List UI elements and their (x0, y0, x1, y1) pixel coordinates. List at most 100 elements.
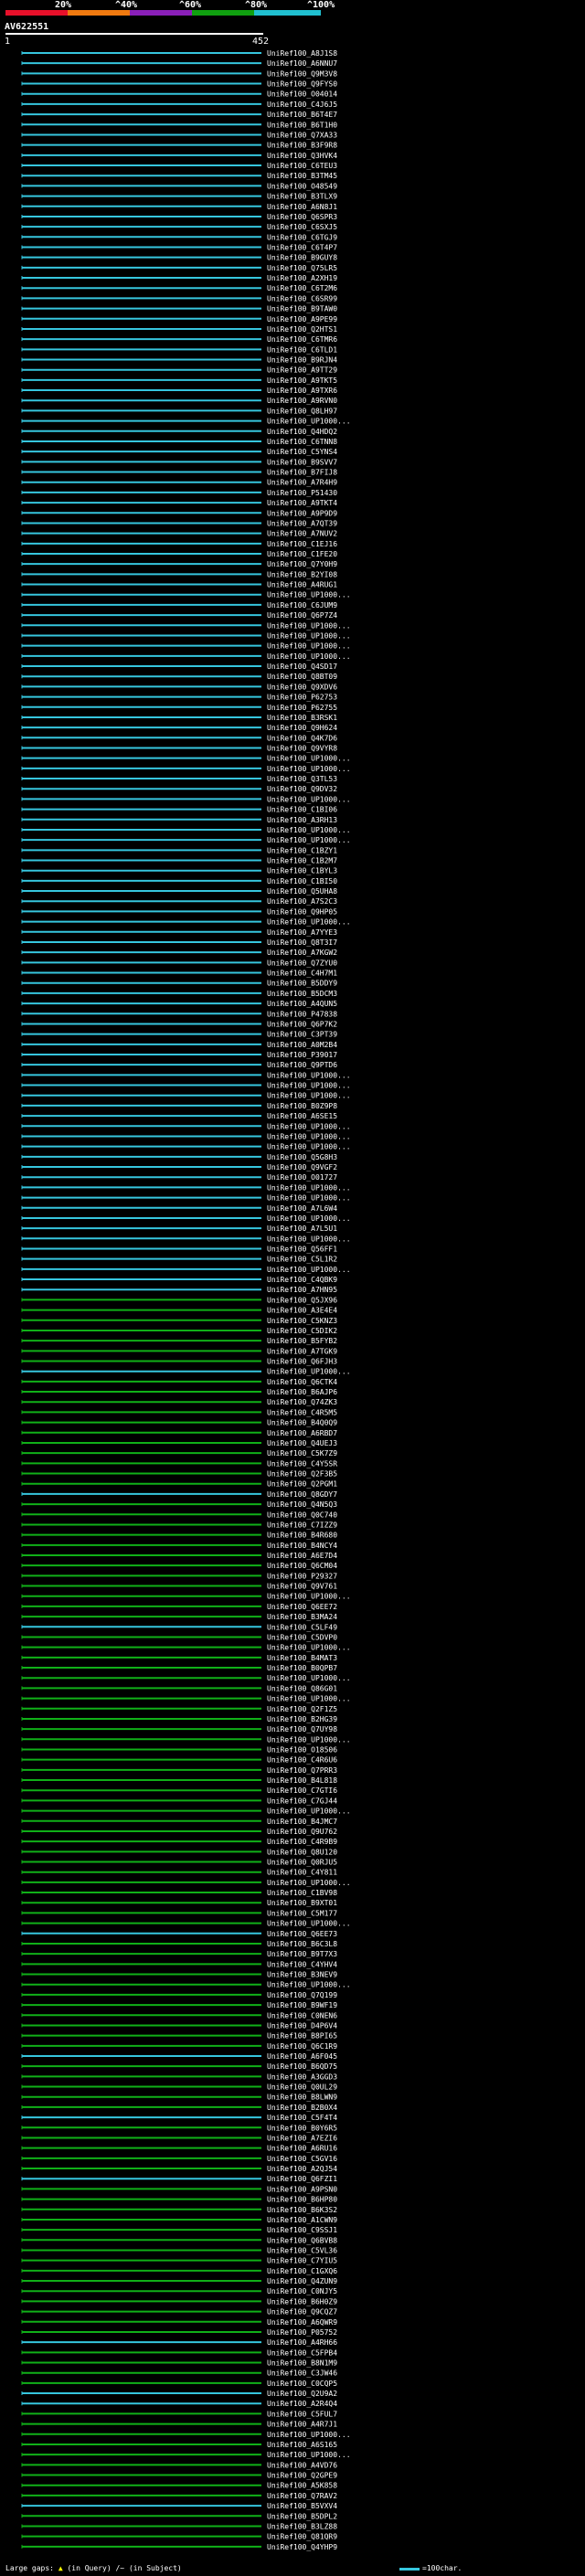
hit-label[interactable]: UniRef100_C9SSJ1 (267, 2226, 337, 2234)
hit-label[interactable]: UniRef100_Q2F3B5 (267, 1470, 337, 1479)
hit-label[interactable]: UniRef100_C1FE20 (267, 550, 337, 558)
hit-label[interactable]: UniRef100_O48549 (267, 182, 337, 190)
hit-label[interactable]: UniRef100_C5VL36 (267, 2246, 337, 2254)
hit-label[interactable]: UniRef100_B6AJP6 (267, 1388, 337, 1396)
hit-label[interactable]: UniRef100_P05752 (267, 2328, 337, 2337)
hit-label[interactable]: UniRef100_UP1000... (267, 826, 351, 834)
hit-label[interactable]: UniRef100_Q0RJU5 (267, 1859, 337, 1867)
hit-label[interactable]: UniRef100_UP1000... (267, 1071, 351, 1079)
hit-label[interactable]: UniRef100_UP1000... (267, 836, 351, 844)
hit-label[interactable]: UniRef100_C0NEN6 (267, 2011, 337, 2019)
hit-label[interactable]: UniRef100_UP1000... (267, 631, 351, 640)
hit-label[interactable]: UniRef100_C6TEU3 (267, 162, 337, 170)
hit-label[interactable]: UniRef100_C4Y811 (267, 1869, 337, 1877)
hit-label[interactable]: UniRef100_C5K7Z9 (267, 1449, 337, 1458)
hit-label[interactable]: UniRef100_C1BI06 (267, 806, 337, 814)
hit-label[interactable]: UniRef100_C0CQP5 (267, 2380, 337, 2388)
hit-label[interactable]: UniRef100_Q9FYS0 (267, 80, 337, 89)
hit-label[interactable]: UniRef100_UP1000... (267, 1214, 351, 1223)
hit-label[interactable]: UniRef100_A7L6W4 (267, 1204, 337, 1213)
hit-label[interactable]: UniRef100_A4RH66 (267, 2338, 337, 2347)
hit-label[interactable]: UniRef100_C7GTI6 (267, 1786, 337, 1795)
hit-label[interactable]: UniRef100_Q6EE72 (267, 1603, 337, 1611)
hit-label[interactable]: UniRef100_B5DDY9 (267, 980, 337, 988)
hit-label[interactable]: UniRef100_UP1000... (267, 755, 351, 763)
hit-label[interactable]: UniRef100_Q9U762 (267, 1828, 337, 1836)
hit-label[interactable]: UniRef100_Q5UHA8 (267, 887, 337, 896)
hit-label[interactable]: UniRef100_O01727 (267, 1173, 337, 1182)
hit-label[interactable]: UniRef100_C6TGJ9 (267, 233, 337, 241)
hit-label[interactable]: UniRef100_A2QJ54 (267, 2165, 337, 2173)
hit-label[interactable]: UniRef100_Q75LR5 (267, 264, 337, 272)
hit-label[interactable]: UniRef100_P29327 (267, 1572, 337, 1580)
hit-label[interactable]: UniRef100_Q2PGM1 (267, 1480, 337, 1489)
hit-label[interactable]: UniRef100_Q7ZYU0 (267, 959, 337, 967)
hit-label[interactable]: UniRef100_B7FIJ8 (267, 469, 337, 477)
hit-label[interactable]: UniRef100_C1GXQ6 (267, 2267, 337, 2275)
hit-label[interactable]: UniRef100_UP1000... (267, 621, 351, 630)
hit-label[interactable]: UniRef100_B6T4E7 (267, 111, 337, 119)
hit-label[interactable]: UniRef100_Q0C740 (267, 1511, 337, 1519)
hit-label[interactable]: UniRef100_C3JW46 (267, 2369, 337, 2378)
hit-label[interactable]: UniRef100_Q0UL29 (267, 2083, 337, 2092)
hit-label[interactable]: UniRef100_Q8LH97 (267, 407, 337, 415)
hit-label[interactable]: UniRef100_C5DVP0 (267, 1633, 337, 1641)
hit-label[interactable]: UniRef100_C5F4T4 (267, 2114, 337, 2122)
hit-label[interactable]: UniRef100_UP1000... (267, 1879, 351, 1887)
hit-label[interactable]: UniRef100_A3GGD3 (267, 2072, 337, 2081)
hit-label[interactable]: UniRef100_B6T1H0 (267, 121, 337, 129)
hit-label[interactable]: UniRef100_B9GUY8 (267, 254, 337, 262)
hit-label[interactable]: UniRef100_Q4N5Q3 (267, 1500, 337, 1509)
hit-label[interactable]: UniRef100_P47838 (267, 1010, 337, 1018)
hit-label[interactable]: UniRef100_A9TXR6 (267, 387, 337, 395)
hit-label[interactable]: UniRef100_Q9DV32 (267, 785, 337, 793)
hit-label[interactable]: UniRef100_B9XT01 (267, 1899, 337, 1907)
hit-label[interactable]: UniRef100_UP1000... (267, 1735, 351, 1744)
hit-label[interactable]: UniRef100_UP1000... (267, 1920, 351, 1928)
hit-label[interactable]: UniRef100_Q4HDQ2 (267, 428, 337, 436)
hit-label[interactable]: UniRef100_B9T7X3 (267, 1950, 337, 1958)
hit-label[interactable]: UniRef100_Q4SD17 (267, 663, 337, 671)
hit-label[interactable]: UniRef100_UP1000... (267, 591, 351, 599)
hit-label[interactable]: UniRef100_UP1000... (267, 1143, 351, 1151)
hit-label[interactable]: UniRef100_UP1000... (267, 1593, 351, 1601)
hit-label[interactable]: UniRef100_UP1000... (267, 418, 351, 426)
hit-label[interactable]: UniRef100_C4QBK9 (267, 1276, 337, 1284)
hit-label[interactable]: UniRef100_C5FUL7 (267, 2410, 337, 2418)
hit-label[interactable]: UniRef100_C7IZZ9 (267, 1521, 337, 1529)
hit-label[interactable]: UniRef100_C5YNS4 (267, 448, 337, 456)
hit-label[interactable]: UniRef100_B4L818 (267, 1776, 337, 1785)
hit-label[interactable]: UniRef100_UP1000... (267, 1981, 351, 1989)
hit-label[interactable]: UniRef100_B4Q0Q9 (267, 1419, 337, 1427)
hit-label[interactable]: UniRef100_C4H7M1 (267, 970, 337, 978)
hit-label[interactable]: UniRef100_A5K858 (267, 2482, 337, 2490)
hit-label[interactable]: UniRef100_A7EZI6 (267, 2134, 337, 2142)
hit-label[interactable]: UniRef100_UP1000... (267, 1194, 351, 1203)
hit-label[interactable]: UniRef100_UP1000... (267, 1235, 351, 1243)
hit-label[interactable]: UniRef100_C1BZY1 (267, 846, 337, 854)
hit-label[interactable]: UniRef100_Q3TL53 (267, 775, 337, 783)
hit-label[interactable]: UniRef100_C5FPB4 (267, 2348, 337, 2357)
hit-label[interactable]: UniRef100_UP1000... (267, 795, 351, 803)
hit-label[interactable]: UniRef100_A2R4Q4 (267, 2400, 337, 2408)
hit-label[interactable]: UniRef100_Q2U9A2 (267, 2390, 337, 2398)
hit-label[interactable]: UniRef100_A6RU16 (267, 2145, 337, 2153)
hit-label[interactable]: UniRef100_Q6C1R9 (267, 2042, 337, 2051)
hit-label[interactable]: UniRef100_A3E4E4 (267, 1307, 337, 1315)
hit-label[interactable]: UniRef100_A9TKT5 (267, 376, 337, 385)
hit-label[interactable]: UniRef100_C5GV16 (267, 2155, 337, 2163)
hit-label[interactable]: UniRef100_A8J1S8 (267, 49, 337, 58)
hit-label[interactable]: UniRef100_A2XH19 (267, 274, 337, 282)
hit-label[interactable]: UniRef100_Q8U120 (267, 1848, 337, 1856)
hit-label[interactable]: UniRef100_B2YI08 (267, 570, 337, 578)
hit-label[interactable]: UniRef100_A6E7D4 (267, 1552, 337, 1560)
hit-label[interactable]: UniRef100_A0M2B4 (267, 1041, 337, 1049)
hit-label[interactable]: UniRef100_UP1000... (267, 1092, 351, 1100)
hit-label[interactable]: UniRef100_Q8T3I7 (267, 938, 337, 947)
hit-label[interactable]: UniRef100_Q9PTD6 (267, 1061, 337, 1069)
hit-label[interactable]: UniRef100_C6TMR6 (267, 335, 337, 344)
hit-label[interactable]: UniRef100_B3F9R8 (267, 142, 337, 150)
hit-label[interactable]: UniRef100_Q4K7D6 (267, 734, 337, 742)
hit-label[interactable]: UniRef100_B5DCM3 (267, 990, 337, 998)
hit-label[interactable]: UniRef100_Q7Q199 (267, 1991, 337, 1999)
